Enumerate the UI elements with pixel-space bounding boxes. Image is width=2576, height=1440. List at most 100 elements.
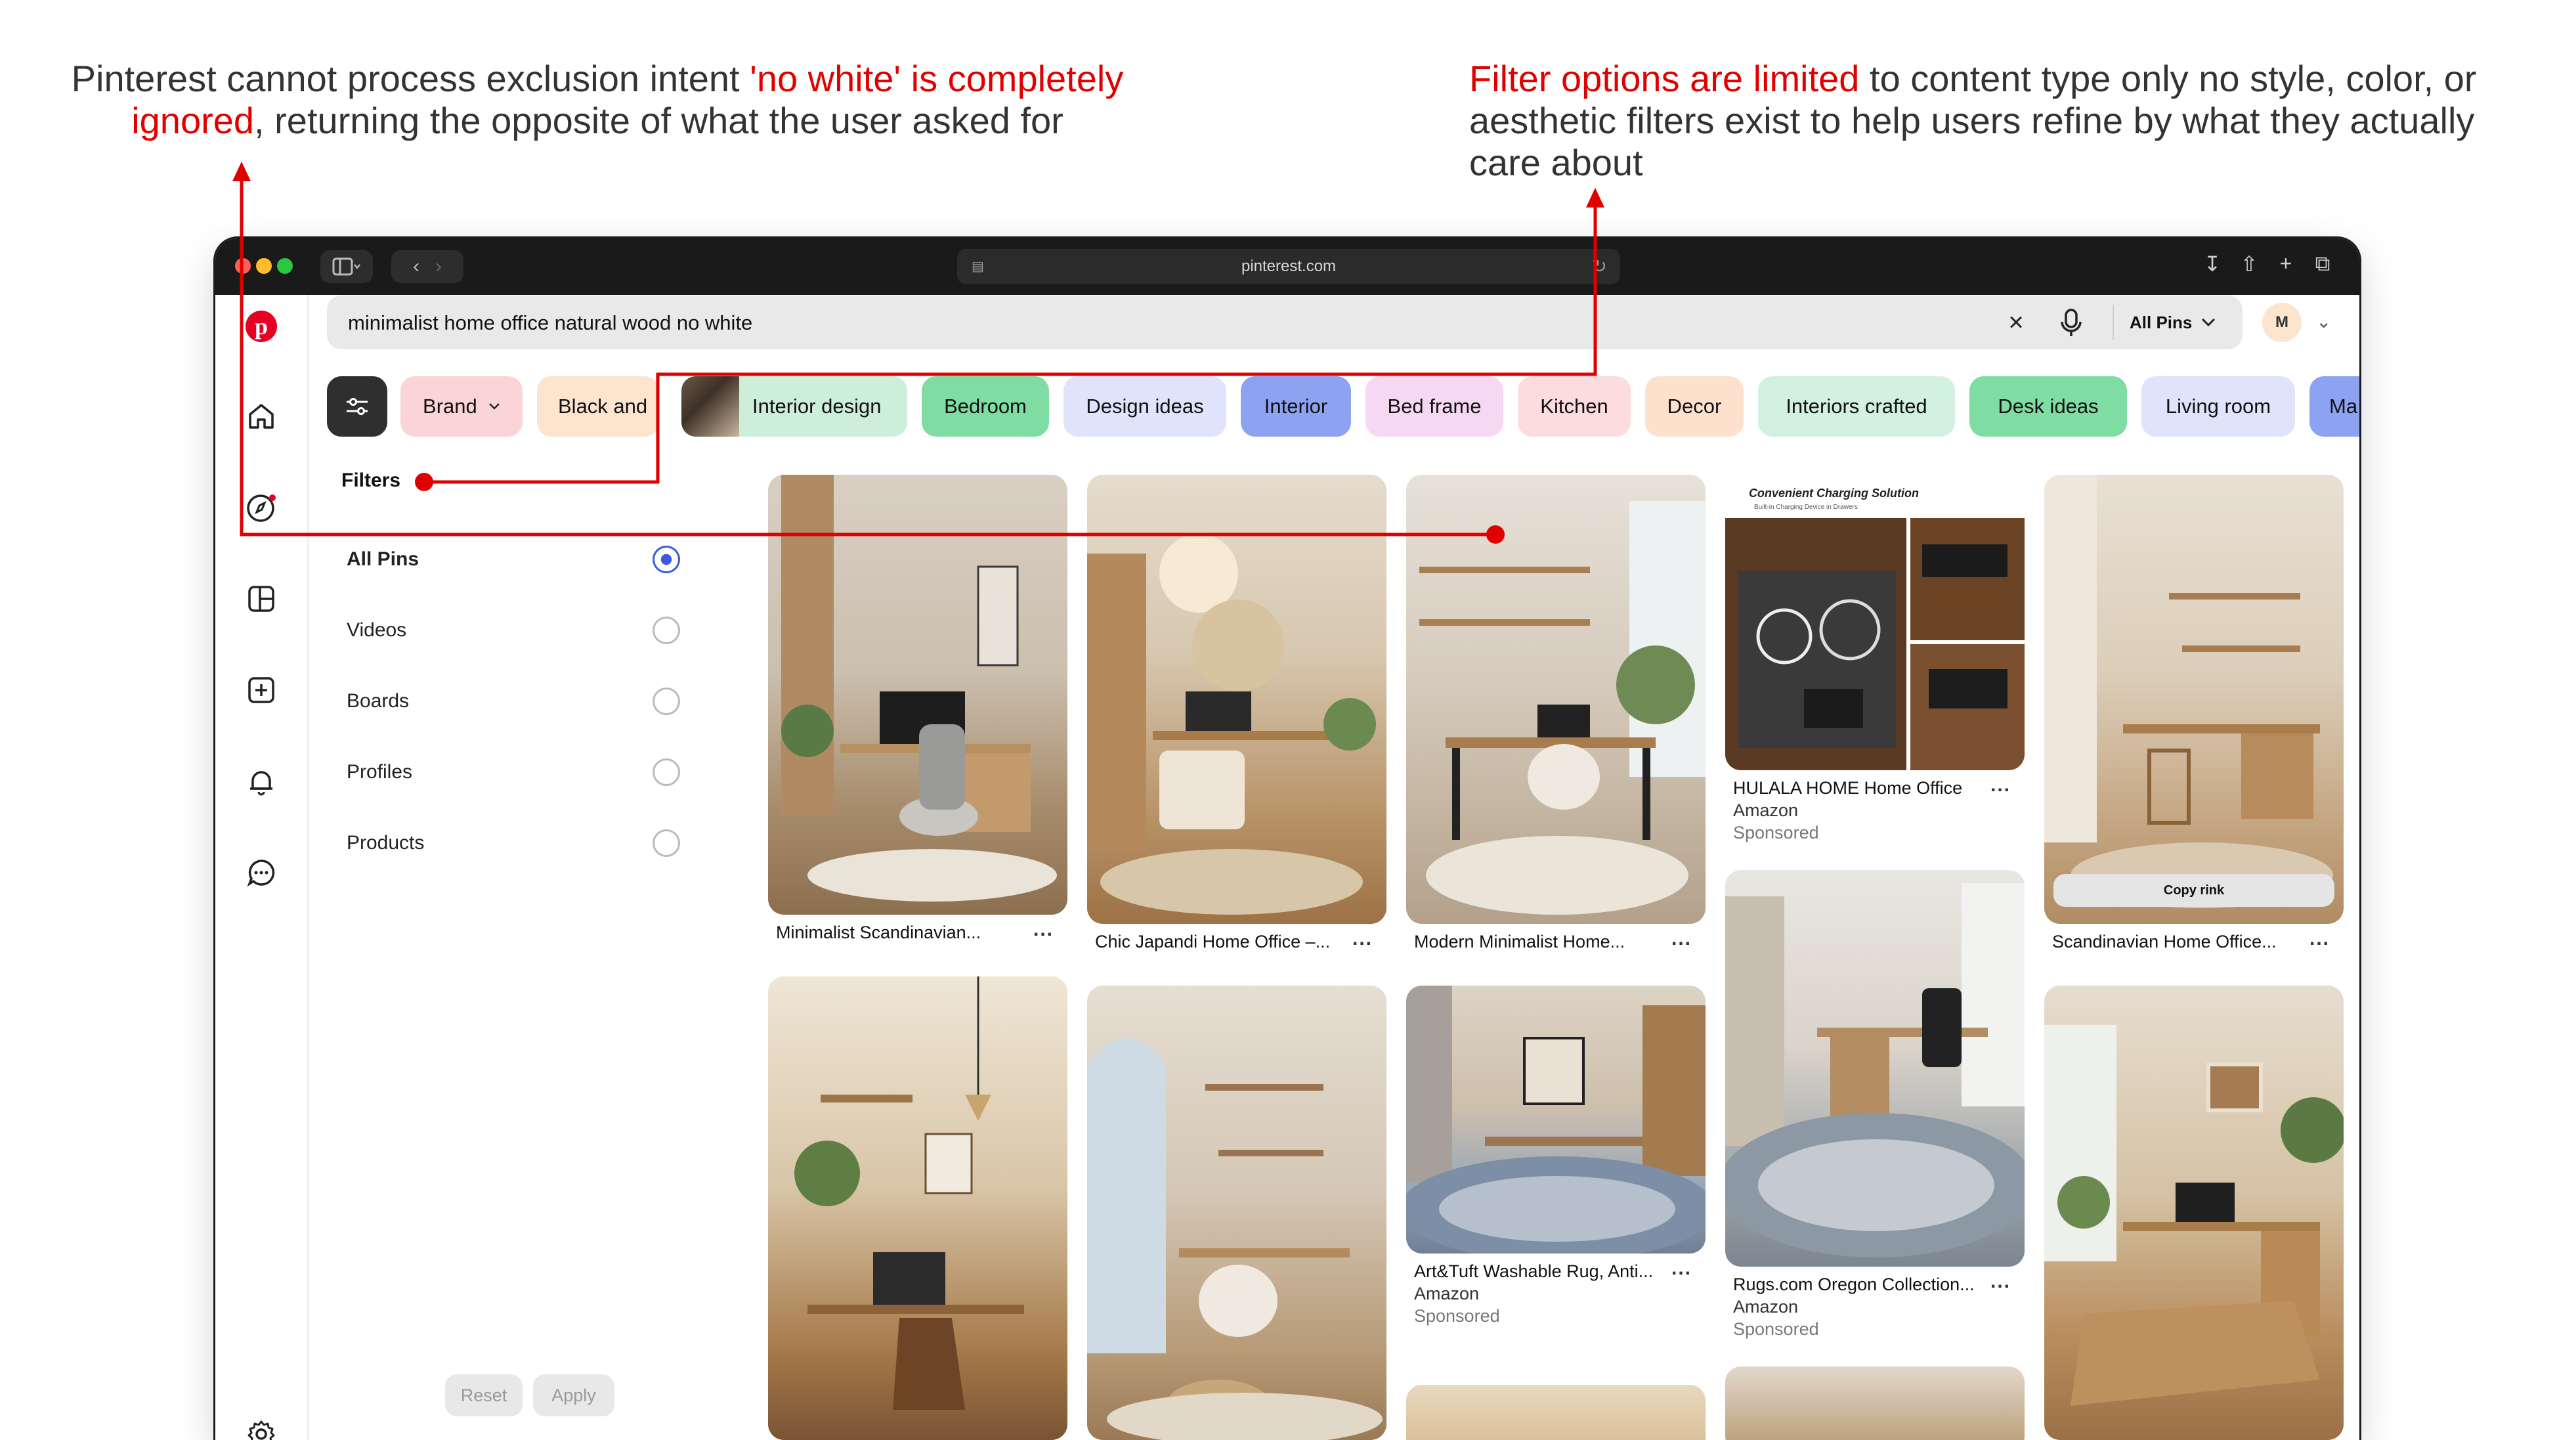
room-illustration bbox=[2044, 475, 2333, 908]
radio-unselected[interactable] bbox=[653, 829, 680, 857]
pin-title[interactable]: Minimalist Scandinavian... bbox=[776, 923, 981, 943]
chip-label: Desk ideas bbox=[1998, 395, 2099, 418]
chip-living-room[interactable]: Living room bbox=[2141, 376, 2295, 437]
close-window-button[interactable] bbox=[235, 258, 251, 274]
pin-image[interactable] bbox=[1406, 475, 1706, 924]
pinterest-logo-icon[interactable]: p bbox=[242, 307, 281, 346]
filter-option-videos[interactable]: Videos bbox=[347, 611, 695, 651]
chip-interior[interactable]: Interior bbox=[1241, 376, 1351, 437]
pin-more-options[interactable]: ... bbox=[1990, 1271, 2011, 1293]
pin-image[interactable] bbox=[1725, 1366, 2025, 1440]
pin-more-options[interactable]: ... bbox=[1033, 919, 1054, 941]
search-bar: × All Pins bbox=[327, 295, 2243, 351]
browser-window: ‹ › ▤ pinterest.com ↻ ↧ ⇧ + ⧉ p minimali… bbox=[215, 238, 2359, 1440]
new-tab-icon[interactable]: + bbox=[2271, 251, 2300, 276]
messages-icon[interactable] bbox=[242, 853, 281, 892]
pin-source: Amazon bbox=[1414, 1284, 1480, 1303]
chip-design-ideas[interactable]: Design ideas bbox=[1063, 376, 1226, 437]
pin-more-options[interactable]: ... bbox=[2309, 928, 2330, 950]
create-icon[interactable] bbox=[242, 670, 281, 710]
chevron-down-icon bbox=[489, 403, 500, 410]
filter-option-products[interactable]: Products bbox=[347, 824, 695, 863]
room-illustration bbox=[2044, 1025, 2344, 1406]
pin-image[interactable] bbox=[1087, 475, 1386, 924]
filter-option-profiles[interactable]: Profiles bbox=[347, 753, 695, 793]
chip-bed-frame[interactable]: Bed frame bbox=[1365, 376, 1503, 437]
radio-unselected[interactable] bbox=[653, 617, 680, 644]
pin-more-options[interactable]: ... bbox=[1671, 928, 1692, 950]
svg-text:p: p bbox=[255, 313, 268, 339]
room-illustration bbox=[1087, 1038, 1383, 1440]
chip-brand[interactable]: Brand bbox=[400, 376, 523, 437]
pin-title[interactable]: Scandinavian Home Office... bbox=[2052, 932, 2277, 952]
pin-more-options[interactable]: ... bbox=[1671, 1257, 1692, 1280]
reset-button[interactable]: Reset bbox=[445, 1374, 523, 1416]
home-icon[interactable] bbox=[242, 397, 281, 436]
pin-title[interactable]: HULALA HOME Home Office bbox=[1733, 778, 1962, 798]
chip-label: Bedroom bbox=[944, 395, 1027, 418]
chip-label: Ma bbox=[2329, 395, 2358, 418]
filter-option-boards[interactable]: Boards bbox=[347, 682, 695, 722]
pin-more-options[interactable]: ... bbox=[1990, 774, 2011, 796]
search-divider bbox=[2113, 305, 2114, 340]
pin-image[interactable] bbox=[1725, 870, 2025, 1267]
account-chevron-down-icon[interactable]: ⌄ bbox=[2316, 311, 2331, 332]
pin-title[interactable]: Rugs.com Oregon Collection... bbox=[1733, 1275, 1975, 1295]
address-bar[interactable]: ▤ pinterest.com ↻ bbox=[957, 249, 1620, 284]
sidebar-toggle-button[interactable] bbox=[320, 250, 373, 283]
explore-icon[interactable] bbox=[242, 488, 281, 527]
boards-icon[interactable] bbox=[242, 579, 281, 619]
chip-label: Kitchen bbox=[1540, 395, 1608, 418]
share-icon[interactable]: ⇧ bbox=[2235, 251, 2264, 276]
search-input[interactable] bbox=[347, 295, 1925, 351]
pin-image[interactable] bbox=[768, 475, 1067, 915]
radio-unselected[interactable] bbox=[653, 687, 680, 715]
radio-selected[interactable] bbox=[653, 546, 680, 573]
search-scope-dropdown[interactable]: All Pins bbox=[2130, 295, 2216, 349]
minimize-window-button[interactable] bbox=[256, 258, 272, 274]
pin-image[interactable] bbox=[1406, 986, 1706, 1254]
forward-arrow-icon[interactable]: › bbox=[435, 255, 442, 278]
chip-kitchen[interactable]: Kitchen bbox=[1518, 376, 1631, 437]
filter-label: All Pins bbox=[347, 548, 419, 570]
pin-title[interactable]: Chic Japandi Home Office –... bbox=[1095, 932, 1330, 952]
radio-unselected[interactable] bbox=[653, 758, 680, 786]
pin-image[interactable] bbox=[2044, 986, 2344, 1440]
reload-icon[interactable]: ↻ bbox=[1592, 255, 1607, 277]
room-illustration bbox=[1087, 534, 1376, 915]
chip-ma[interactable]: Ma bbox=[2309, 376, 2359, 437]
fullscreen-window-button[interactable] bbox=[277, 258, 293, 274]
filter-label: Videos bbox=[347, 619, 407, 641]
tab-overview-icon[interactable]: ⧉ bbox=[2308, 251, 2337, 276]
chip-interiors-crafted[interactable]: Interiors crafted bbox=[1758, 376, 1955, 437]
room-illustration bbox=[1406, 986, 1706, 1254]
pin-title[interactable]: Modern Minimalist Home... bbox=[1414, 932, 1625, 952]
avatar[interactable]: M bbox=[2262, 303, 2302, 342]
pin-image[interactable] bbox=[1406, 1385, 1706, 1440]
pin-image[interactable]: Convenient Charging Solution Built-in Ch… bbox=[1725, 475, 2025, 770]
pin-image[interactable] bbox=[1087, 986, 1386, 1440]
chip-black-and[interactable]: Black and bbox=[537, 376, 659, 437]
back-arrow-icon[interactable]: ‹ bbox=[413, 255, 419, 278]
chip-decor[interactable]: Decor bbox=[1645, 376, 1744, 437]
clear-search-icon[interactable]: × bbox=[2001, 307, 2031, 338]
pin-more-options[interactable]: ... bbox=[1352, 928, 1373, 950]
pin-image[interactable] bbox=[768, 976, 1067, 1440]
copy-link-button[interactable]: Copy rink bbox=[2053, 874, 2334, 907]
apply-button[interactable]: Apply bbox=[533, 1374, 614, 1416]
filter-option-all-pins[interactable]: All Pins bbox=[347, 540, 695, 580]
chip-label: Bed frame bbox=[1387, 395, 1482, 418]
chip-label: Interior bbox=[1264, 395, 1328, 418]
chip-interior-design[interactable]: Interior design bbox=[681, 376, 907, 437]
filter-toggle-button[interactable] bbox=[327, 376, 387, 437]
sliders-icon bbox=[347, 398, 368, 415]
chip-bedroom[interactable]: Bedroom bbox=[922, 376, 1049, 437]
ad-subheading: Built-in Charging Device in Drawers bbox=[1754, 504, 1858, 511]
site-settings-icon[interactable]: ▤ bbox=[972, 258, 986, 274]
pin-title[interactable]: Art&Tuft Washable Rug, Anti... bbox=[1414, 1261, 1653, 1282]
microphone-icon[interactable] bbox=[2053, 305, 2089, 340]
notifications-bell-icon[interactable] bbox=[242, 762, 281, 801]
chip-desk-ideas[interactable]: Desk ideas bbox=[1969, 376, 2127, 437]
pin-image[interactable]: Copy rink bbox=[2044, 475, 2344, 924]
download-icon[interactable]: ↧ bbox=[2198, 251, 2227, 276]
